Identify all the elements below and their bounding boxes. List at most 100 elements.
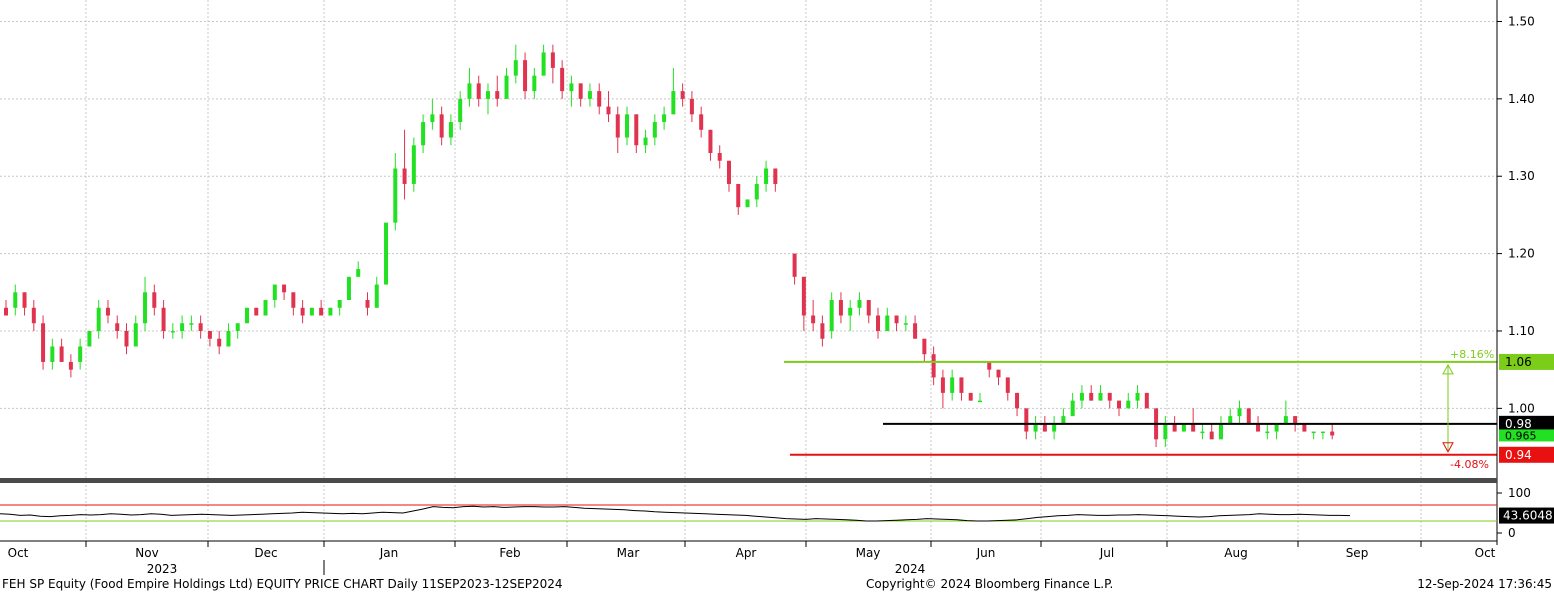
candle-body	[430, 114, 435, 123]
candle-body	[495, 91, 500, 99]
candle-body	[50, 346, 55, 362]
x-tick-label: Oct	[1475, 546, 1496, 560]
candle-body	[1107, 392, 1112, 401]
x-tick-label: Feb	[499, 546, 520, 560]
candle-body	[13, 292, 18, 308]
candle-body	[1089, 392, 1094, 401]
candle-body	[894, 315, 899, 324]
candle-body	[699, 114, 704, 130]
candle-body	[476, 83, 481, 99]
candle-body	[597, 91, 602, 107]
candle-body	[708, 129, 713, 154]
y-tick-label: 1.40	[1508, 92, 1535, 106]
candle-body	[78, 346, 83, 362]
candle-body	[866, 300, 871, 316]
candle-body	[458, 98, 463, 123]
candle-body	[1070, 400, 1075, 417]
candle-body	[560, 67, 565, 92]
x-tick-label: Jun	[976, 546, 996, 560]
candle-body	[764, 168, 769, 184]
candle-body	[838, 300, 843, 316]
candle-body	[133, 323, 138, 347]
candle-body	[606, 106, 611, 115]
candle-body	[244, 307, 249, 324]
candle-body	[523, 60, 528, 92]
candle-body	[22, 292, 27, 308]
candle-body	[1191, 423, 1196, 432]
timestamp-text: 12-Sep-2024 17:36:45	[1417, 577, 1552, 591]
copyright-text: Copyright© 2024 Bloomberg Finance L.P.	[866, 577, 1114, 591]
candle-body	[1052, 423, 1057, 432]
candle-body	[448, 122, 453, 138]
candle-body	[876, 315, 881, 331]
chart-description: FEH SP Equity (Food Empire Holdings Ltd)…	[2, 577, 563, 591]
candle-body	[207, 330, 212, 339]
x-tick-label: Sep	[1346, 546, 1369, 560]
candle-body	[1098, 392, 1103, 401]
candle-body	[402, 168, 407, 184]
candle-body	[309, 307, 314, 316]
candle-body	[968, 392, 973, 401]
y-tick-label: 1.10	[1508, 324, 1535, 338]
candle-body	[801, 276, 806, 316]
level-tag-label: 1.06	[1505, 355, 1532, 369]
candle-body	[59, 346, 64, 362]
candle-body	[1320, 431, 1325, 434]
candle-body	[217, 338, 222, 347]
candle-body	[1005, 377, 1010, 393]
candle-body	[671, 91, 676, 115]
price-chart: 1.060.980.940.965+8.16%-4.08% 1.501.401.…	[0, 0, 1554, 576]
x-tick-label: May	[856, 546, 881, 560]
candle-body	[987, 361, 992, 370]
candle-body	[282, 284, 287, 293]
candle-body	[393, 168, 398, 223]
candle-body	[513, 60, 518, 76]
candle-body	[1200, 431, 1205, 434]
candle-body	[1283, 416, 1288, 424]
candle-body	[726, 160, 731, 184]
candle-body	[180, 323, 185, 331]
candle-body	[68, 361, 73, 370]
candle-body	[931, 354, 936, 378]
candle-body	[1246, 408, 1251, 424]
candle-body	[1042, 423, 1047, 432]
candle-body	[467, 83, 472, 99]
level-tag-label: 0.94	[1505, 448, 1532, 462]
candle-body	[1163, 423, 1168, 440]
candle-body	[346, 276, 351, 301]
rsi-value-label: 43.6048	[1503, 509, 1553, 523]
candle-body	[662, 114, 667, 123]
candle-body	[643, 137, 648, 146]
x-tick-label: Jul	[1099, 546, 1114, 560]
candle-body	[328, 307, 333, 316]
y-tick-label: 1.00	[1508, 401, 1535, 415]
candle-body	[625, 114, 630, 138]
candle-body	[745, 199, 750, 208]
candle-body	[848, 307, 853, 316]
candle-body	[541, 52, 546, 76]
candle-body	[913, 323, 918, 339]
y-tick-label: 1.50	[1508, 14, 1535, 28]
candle-body	[1228, 416, 1233, 424]
candle-body	[959, 377, 964, 393]
candle-body	[550, 52, 555, 68]
candle-body	[1302, 423, 1307, 432]
candle-body	[940, 377, 945, 393]
candle-body	[1117, 400, 1122, 409]
candle-body	[578, 83, 583, 99]
candle-body	[1015, 392, 1020, 409]
candle-body	[439, 114, 444, 138]
candle-body	[587, 91, 592, 99]
candle-body	[773, 168, 778, 184]
candle-body	[1209, 431, 1214, 440]
candle-body	[717, 153, 722, 161]
candle-body	[1061, 416, 1066, 424]
grid-lines	[0, 0, 1497, 541]
candle-body	[1181, 423, 1186, 432]
pct-up-label: +8.16%	[1450, 348, 1494, 361]
x-tick-label: Nov	[135, 546, 158, 560]
candle-body	[652, 122, 657, 138]
candle-body	[161, 307, 166, 331]
candle-body	[365, 300, 370, 308]
candle-body	[41, 323, 46, 362]
